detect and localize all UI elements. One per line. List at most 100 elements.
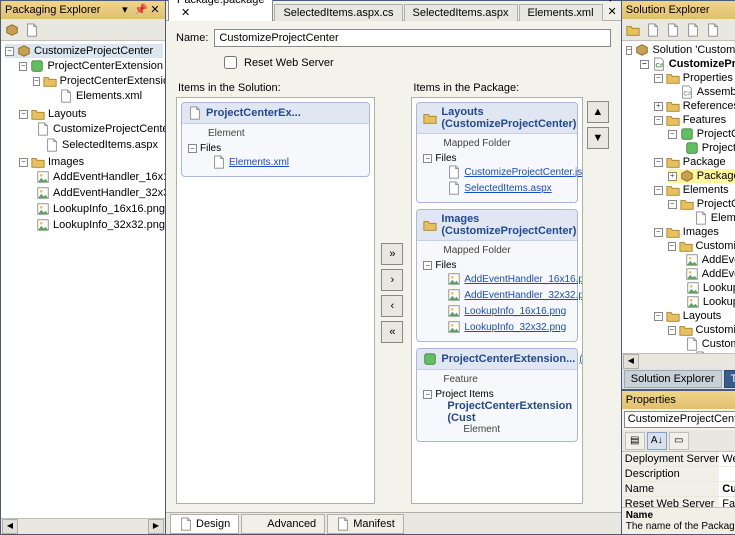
file-link[interactable]: LookupInfo_16x16.png (447, 303, 570, 319)
tree-node[interactable]: +References (654, 99, 735, 113)
tree-leaf[interactable]: LookupInfo_32x32.png (682, 295, 735, 309)
view-icon[interactable] (25, 23, 39, 37)
file-link[interactable]: AddEventHandler_32x32.png (447, 287, 570, 303)
expander-icon[interactable]: − (19, 110, 28, 119)
dropdown-icon[interactable]: ▾ (119, 5, 131, 17)
property-pages-button[interactable]: ▭ (669, 432, 689, 450)
expander-icon[interactable]: − (5, 47, 14, 56)
properties-icon[interactable] (686, 23, 700, 37)
pin-icon[interactable]: 📌 (134, 5, 146, 17)
scroll-right-icon[interactable]: ▶ (148, 519, 164, 534)
manifest-tab[interactable]: Manifest (327, 514, 404, 534)
tree-leaf[interactable]: CustomizeProjectCenter.js (33, 122, 163, 136)
categorized-button[interactable]: ▤ (625, 432, 645, 450)
property-row[interactable]: Description (622, 467, 735, 482)
expander-icon[interactable]: − (188, 144, 197, 153)
expander-icon[interactable]: − (654, 312, 663, 321)
tree-leaf[interactable]: AddEventHandler_32x32.png (33, 186, 163, 200)
tree-leaf[interactable]: LookupInfo_32x32.png (33, 218, 163, 232)
tree-leaf[interactable]: Elements.xml (47, 89, 163, 103)
advanced-tab[interactable]: Advanced (241, 514, 325, 534)
file-link[interactable]: SelectedItems.aspx (447, 180, 570, 196)
expander-icon[interactable]: − (626, 46, 633, 55)
file-link[interactable]: Elements.xml (212, 154, 363, 170)
tree-node[interactable]: −ProjectCenterExtension (668, 197, 735, 211)
refresh-icon[interactable] (646, 23, 660, 37)
tree-leaf[interactable]: ProjectCenterExtension.feat (682, 141, 735, 155)
tree-node[interactable]: −ProjectCenterExtension (33, 74, 163, 88)
expander-icon[interactable]: + (668, 172, 677, 181)
properties-title-bar[interactable]: Properties ▾ 📌 ✕ (622, 391, 735, 409)
expander-icon[interactable]: − (654, 74, 663, 83)
project-node[interactable]: −CustomizeProjectCenter (640, 57, 735, 71)
expander-icon[interactable]: − (654, 186, 663, 195)
expander-icon[interactable]: − (423, 261, 432, 270)
solution-explorer-title-bar[interactable]: Solution Explorer ▾ 📌 ✕ (622, 1, 735, 19)
tree-leaf[interactable]: LookupInfo_16x16.png (33, 202, 163, 216)
tree-leaf[interactable]: AddEventHandler_16x16.pn (682, 253, 735, 267)
refresh-icon[interactable] (5, 23, 19, 37)
expander-icon[interactable]: + (654, 102, 663, 111)
tree-node[interactable]: −ProjectCenterExtension (19, 59, 163, 73)
tabs-dropdown-icon[interactable]: ▾ (608, 0, 614, 5)
team-explorer-tab[interactable]: Team Explorer (724, 370, 735, 388)
close-icon[interactable]: ✕ (149, 5, 161, 17)
tree-leaf[interactable]: CustomizeProjectCenter.js (682, 337, 735, 351)
tab-selecteditems-aspx[interactable]: SelectedItems.aspx (404, 4, 518, 21)
tabs-close-icon[interactable]: ✕ (608, 6, 617, 18)
expander-icon[interactable]: − (423, 154, 432, 163)
tab-elements-xml[interactable]: Elements.xml (519, 4, 603, 21)
alphabetical-button[interactable]: A↓ (647, 432, 667, 450)
expander-icon[interactable]: − (640, 60, 649, 69)
tree-node[interactable]: −ProjectCenterExtension (668, 127, 735, 141)
expander-icon[interactable]: − (19, 62, 27, 71)
showall-icon[interactable] (666, 23, 680, 37)
tree-leaf[interactable]: AddEventHandler_16x16.png (33, 170, 163, 184)
move-down-button[interactable]: ▼ (587, 127, 609, 149)
solution-explorer-tab[interactable]: Solution Explorer (624, 370, 722, 388)
horizontal-scrollbar[interactable]: ◀ ▶ (1, 518, 165, 534)
package-item-card[interactable]: Layouts (CustomizeProjectCenter) Mapped … (416, 102, 577, 203)
move-left-button[interactable]: « (381, 321, 403, 343)
packaging-explorer-title-bar[interactable]: Packaging Explorer ▾ 📌 ✕ (1, 1, 165, 19)
solution-node[interactable]: −Solution 'CustomizeProjectCenter' (1 pr… (626, 43, 735, 57)
tree-node[interactable]: −Images (654, 225, 735, 239)
tree-node[interactable]: −Features (654, 113, 735, 127)
tree-leaf[interactable]: AssemblyInfo.cs (668, 85, 735, 99)
tree-root[interactable]: − CustomizeProjectCenter (5, 44, 163, 58)
tree-leaf[interactable]: AddEventHandler_32x32.pn (682, 267, 735, 281)
expander-icon[interactable]: − (654, 158, 663, 167)
expander-icon[interactable]: − (33, 77, 40, 86)
design-tab[interactable]: Design (170, 514, 239, 534)
expander-icon[interactable]: − (668, 326, 676, 335)
expander-icon[interactable]: − (423, 390, 432, 399)
close-icon[interactable]: ✕ (181, 7, 190, 19)
move-up-button[interactable]: ▲ (587, 101, 609, 123)
scroll-left-icon[interactable]: ◀ (2, 519, 18, 534)
package-item-card[interactable]: ProjectCenterExtension...(Edit) Feature … (416, 348, 577, 442)
expander-icon[interactable]: − (19, 158, 28, 167)
property-row[interactable]: Deployment Server TypeWebFrontEnd (622, 452, 735, 467)
scroll-left-icon[interactable]: ◀ (623, 354, 639, 369)
tree-leaf-selected[interactable]: +Package.package (668, 169, 735, 183)
move-one-right-button[interactable]: › (381, 269, 403, 291)
edit-link[interactable]: (Edit) (579, 354, 583, 365)
name-input[interactable] (214, 29, 610, 47)
expander-icon[interactable]: − (654, 116, 663, 125)
file-link[interactable]: LookupInfo_32x32.png (447, 319, 570, 335)
tree-node[interactable]: −Layouts (654, 309, 735, 323)
expander-icon[interactable]: − (654, 228, 663, 237)
view-icon[interactable] (706, 23, 720, 37)
solution-item-card[interactable]: ProjectCenterEx... Element −Files Elemen… (181, 102, 370, 177)
package-item-card[interactable]: Images (CustomizeProjectCenter) Mapped F… (416, 209, 577, 342)
expander-icon[interactable]: − (668, 130, 677, 139)
property-row[interactable]: Reset Web ServerFalse (622, 497, 735, 507)
tree-node[interactable]: −CustomizeProjectCenter (668, 323, 735, 337)
reset-web-server-checkbox[interactable] (224, 56, 237, 69)
move-right-button[interactable]: » (381, 243, 403, 265)
tab-package[interactable]: Package.package ✕ (168, 0, 273, 21)
tab-selecteditems-cs[interactable]: SelectedItems.aspx.cs (274, 4, 402, 21)
tree-leaf[interactable]: SelectedItems.aspx (33, 138, 163, 152)
move-one-left-button[interactable]: ‹ (381, 295, 403, 317)
file-link[interactable]: AddEventHandler_16x16.png (447, 271, 570, 287)
